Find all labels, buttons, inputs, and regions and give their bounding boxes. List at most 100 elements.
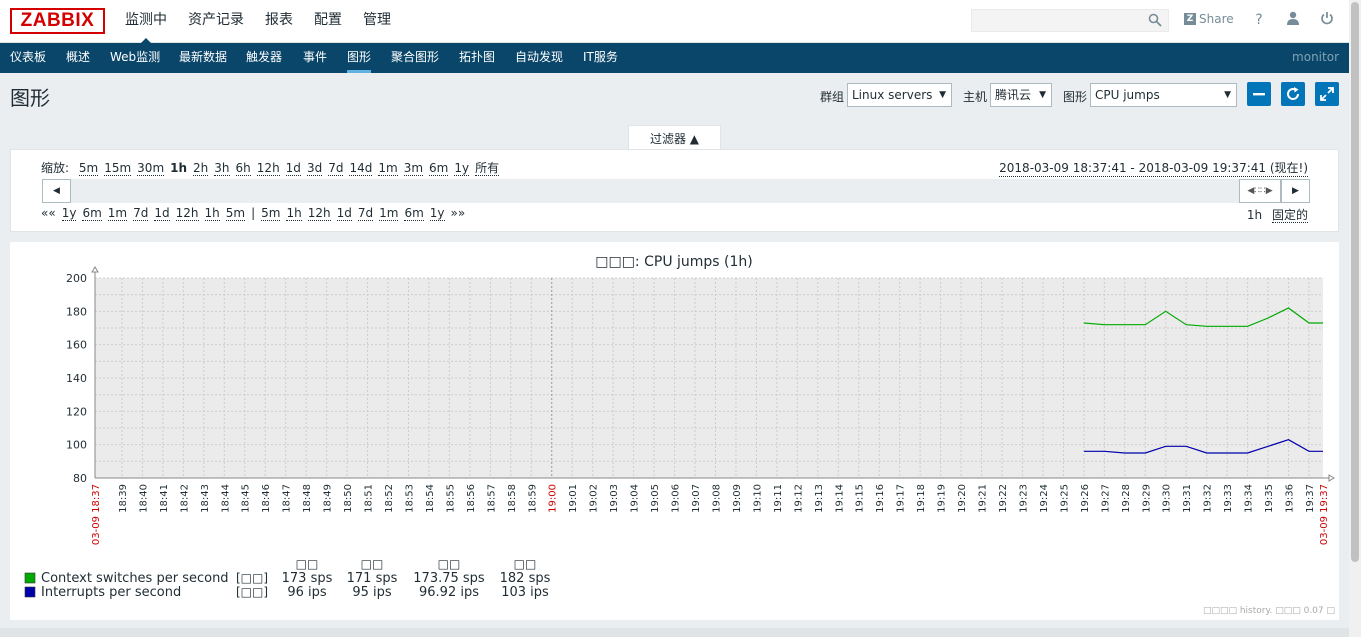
zoom-option[interactable]: 5m [78,161,99,176]
sub-menu-item[interactable]: IT服务 [583,43,618,73]
time-scrollbar[interactable]: ◀ ◀∷∷▶ ▶ [42,179,1310,203]
zoom-option[interactable]: 30m [137,161,165,176]
nav-forward-option[interactable]: 1d [336,206,352,221]
nav-back-option[interactable]: «« [41,206,56,220]
graph-select[interactable]: CPU jumps ▼ [1090,83,1237,107]
fixed-toggle[interactable]: 固定的 [1271,208,1308,223]
legend-value: 96.92 ips [419,585,479,600]
x-tick-label: 19:23 [1018,484,1029,513]
main-menu-item[interactable]: 配置 [307,0,349,43]
minus-icon [1253,93,1265,96]
duration-text: 1h [1246,208,1263,222]
nav-back-option[interactable]: 5m [225,206,246,221]
x-tick-label: 18:45 [241,484,252,513]
scroll-thumb[interactable] [1351,2,1359,562]
refresh-button[interactable] [1281,82,1305,106]
scroll-handle[interactable]: ◀∷∷▶ [1239,179,1281,203]
nav-forward-option[interactable]: 7d [357,206,374,221]
filter-tab[interactable]: 过滤器 ▲ [628,125,721,150]
zoom-option[interactable]: 3h [214,161,230,176]
period-text[interactable]: 2018-03-09 18:37:41 - 2018-03-09 19:37:4… [999,159,1308,177]
horizontal-scrollbar[interactable] [0,628,1349,637]
sub-menu-item[interactable]: Web监测 [110,43,160,73]
zoom-option[interactable]: 6h [235,161,251,176]
zoom-option[interactable]: 3d [306,161,323,176]
nav-back-option[interactable]: 7d [133,206,149,221]
x-tick-label: 19:33 [1223,484,1234,513]
zoom-option[interactable]: 1d [285,161,301,176]
nav-back-option[interactable]: 1y [61,206,77,221]
zoom-option[interactable]: 14d [349,161,373,176]
nav-forward-option[interactable]: 12h [307,206,331,221]
fullscreen-button[interactable] [1315,82,1339,106]
x-tick-label: 18:53 [404,484,415,513]
top-bar: ZABBIX 监测中 资产记录 报表 配置 管理 Z Share ? [0,0,1349,44]
nav-forward-option[interactable]: »» [451,206,466,220]
main-menu-item[interactable]: 监测中 [118,0,174,44]
group-select[interactable]: Linux servers ▼ [847,83,952,107]
nav-back-option[interactable]: 1h [204,206,220,221]
sub-menu-item[interactable]: 触发器 [246,43,282,73]
nav-forward-option[interactable]: 6m [404,206,424,221]
group-label: 群组 [820,90,845,104]
host-select[interactable]: 腾讯云 ▼ [990,83,1052,107]
x-tick-label: 18:41 [159,484,170,513]
scroll-left-button[interactable]: ◀ [42,179,71,203]
legend-series-name: Context switches per second [41,571,229,586]
nav-forward-option[interactable]: 1y [429,206,445,221]
x-tick-label: 19:20 [957,484,968,513]
nav-forward-option[interactable]: 5m [261,206,281,221]
nav-forward-option[interactable]: 1m [379,206,399,221]
sub-menu-item[interactable]: 事件 [303,43,327,73]
x-tick-label: 18:44 [220,484,231,513]
power-icon[interactable] [1318,11,1336,29]
nav-forward-option[interactable]: 1h [286,206,302,221]
sub-menu-item[interactable]: 拓扑图 [459,43,495,73]
main-menu-item[interactable]: 报表 [258,0,300,43]
nav-back-option[interactable]: 6m [82,206,102,221]
x-tick-label: 18:46 [261,484,272,513]
zoom-option[interactable]: 15m [104,161,132,176]
zoom-option[interactable]: 1m [378,161,398,176]
x-tick-label: 18:58 [507,484,518,513]
zoom-option[interactable]: 3m [403,161,424,176]
graph-value: CPU jumps [1095,88,1160,102]
share-button[interactable]: Z Share [1184,12,1234,26]
remove-favourite-button[interactable] [1247,82,1271,106]
nav-back-option[interactable]: 1m [107,206,128,221]
zoom-option[interactable]: 2h [193,161,209,176]
sub-menu-item[interactable]: 概述 [66,43,90,73]
sub-menu-item[interactable]: 聚合图形 [391,43,439,73]
main-menu-item[interactable]: 资产记录 [181,0,251,43]
chart-title: □□□: CPU jumps (1h) [595,254,753,270]
zabbix-logo[interactable]: ZABBIX [10,8,105,34]
sub-menu-item[interactable]: 仪表板 [10,43,46,73]
x-tick-label: 18:55 [445,484,456,513]
search-icon[interactable] [1148,13,1162,27]
filter-panel: 缩放: 5m 15m 30m 1h 2h 3h 6h 12h 1d 3d 7d 14d 1m 3m 6m 1y… [10,149,1339,232]
x-tick-label: 19:28 [1121,484,1132,513]
scroll-right-button[interactable]: ▶ [1281,179,1310,203]
zoom-label: 缩放: [41,161,70,175]
user-icon[interactable] [1284,11,1302,29]
y-tick-label: 80 [73,472,87,485]
zoom-option[interactable]: 6m [429,161,449,176]
zoom-option[interactable]: 1h [170,161,187,175]
main-menu: 监测中 资产记录 报表 配置 管理 [118,0,405,44]
zoom-option[interactable]: 7d [328,161,344,176]
sub-menu-item[interactable]: 自动发现 [515,43,563,73]
sub-menu-item[interactable]: 图形 [347,43,372,73]
nav-back-option[interactable]: 12h [175,206,199,221]
zoom-option[interactable]: 所有 [475,161,500,176]
x-tick-label: 18:59 [527,484,538,513]
zoom-option[interactable]: 12h [256,161,280,176]
help-icon[interactable]: ? [1250,11,1268,29]
nav-back-option[interactable]: 1d [154,206,170,221]
zoom-option[interactable]: 1y [454,161,470,176]
vertical-scrollbar[interactable] [1349,0,1361,637]
host-label: 主机 [963,90,988,104]
x-tick-label: 18:39 [118,484,129,513]
sub-menu-item[interactable]: 最新数据 [179,43,227,73]
search-input[interactable] [971,9,1169,32]
main-menu-item[interactable]: 管理 [356,0,398,43]
